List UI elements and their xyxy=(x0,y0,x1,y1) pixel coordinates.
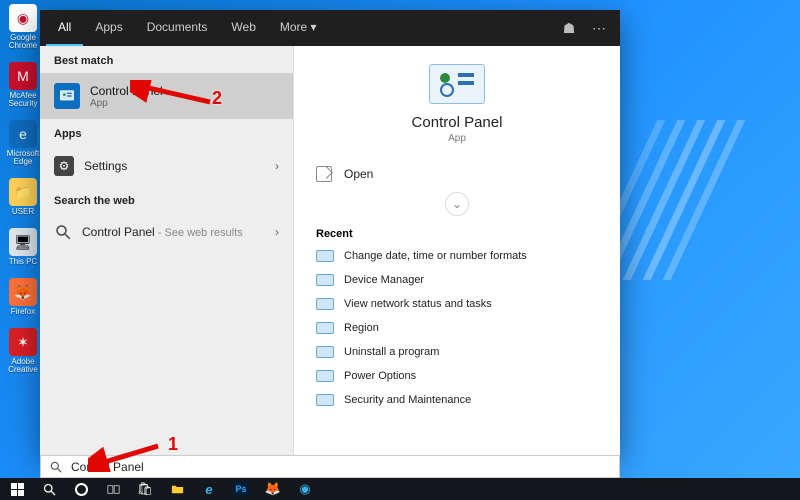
detail-subtitle: App xyxy=(448,133,466,144)
results-detail-pane: Control Panel App Open ⌄ Recent Change d… xyxy=(294,46,620,455)
web-result-label: Control Panel - See web results xyxy=(82,225,243,239)
chevron-right-icon: › xyxy=(275,159,279,173)
recent-item[interactable]: Region xyxy=(308,316,606,340)
app-tile-icon xyxy=(429,64,485,104)
control-panel-item-icon xyxy=(316,394,334,406)
cortana-button[interactable] xyxy=(66,478,96,500)
recent-item[interactable]: Security and Maintenance xyxy=(308,388,606,412)
search-input[interactable] xyxy=(71,460,611,474)
tab-documents[interactable]: Documents xyxy=(135,10,220,46)
desktop-icon-user[interactable]: 📁USER xyxy=(4,178,42,216)
ellipsis-icon[interactable]: ⋯ xyxy=(584,20,614,37)
best-match-result[interactable]: Control Panel App xyxy=(40,73,293,119)
start-button[interactable] xyxy=(2,478,32,500)
expand-chevron-down[interactable]: ⌄ xyxy=(445,192,469,216)
control-panel-item-icon xyxy=(316,346,334,358)
desktop-icon-thispc[interactable]: 🖥This PC xyxy=(4,228,42,266)
start-search-popup: All Apps Documents Web More ▾ ☗ ⋯ Best m… xyxy=(40,10,620,455)
taskbar-app-ie[interactable]: e xyxy=(194,478,224,500)
taskbar: 🛍 e Ps 🦊 ◉ xyxy=(0,478,800,500)
wallpaper-rays xyxy=(600,120,800,340)
desktop-icon-adobe[interactable]: ✶Adobe Creative xyxy=(4,328,42,374)
tab-web[interactable]: Web xyxy=(219,10,267,46)
control-panel-item-icon xyxy=(316,250,334,262)
open-label: Open xyxy=(344,167,373,181)
taskbar-app-edge[interactable]: ◉ xyxy=(290,478,320,500)
best-match-label: Best match xyxy=(40,46,293,73)
control-panel-item-icon xyxy=(316,370,334,382)
desktop-icon-firefox[interactable]: 🦊Firefox xyxy=(4,278,42,316)
results-left-pane: Best match Control Panel App Apps ⚙ Sett… xyxy=(40,46,294,455)
best-match-subtitle: App xyxy=(90,98,163,109)
feedback-icon[interactable]: ☗ xyxy=(554,20,584,37)
annotation-number-2: 2 xyxy=(212,88,222,109)
tab-apps[interactable]: Apps xyxy=(83,10,134,46)
search-web-label: Search the web xyxy=(40,186,293,213)
recent-list: Change date, time or number formats Devi… xyxy=(308,244,606,412)
recent-item[interactable]: Power Options xyxy=(308,364,606,388)
taskbar-search-icon[interactable] xyxy=(34,478,64,500)
control-panel-icon xyxy=(54,83,80,109)
desktop-icon-mcafee[interactable]: MMcAfee Security xyxy=(4,62,42,108)
apps-result-label: Settings xyxy=(84,159,127,173)
taskbar-app-firefox[interactable]: 🦊 xyxy=(258,478,288,500)
open-icon xyxy=(316,166,332,182)
apps-label: Apps xyxy=(40,119,293,146)
detail-title: Control Panel xyxy=(412,114,503,131)
desktop-icons: ◉Google Chrome MMcAfee Security eMicroso… xyxy=(4,4,44,374)
tab-all[interactable]: All xyxy=(46,10,83,46)
recent-item[interactable]: View network status and tasks xyxy=(308,292,606,316)
taskbar-app-file-explorer[interactable] xyxy=(162,478,192,500)
recent-item[interactable]: Change date, time or number formats xyxy=(308,244,606,268)
taskbar-app-photoshop[interactable]: Ps xyxy=(226,478,256,500)
control-panel-item-icon xyxy=(316,274,334,286)
recent-item[interactable]: Uninstall a program xyxy=(308,340,606,364)
desktop-icon-edge[interactable]: eMicrosoft Edge xyxy=(4,120,42,166)
gear-icon: ⚙ xyxy=(54,156,74,176)
recent-item[interactable]: Device Manager xyxy=(308,268,606,292)
search-icon xyxy=(54,223,72,241)
best-match-title: Control Panel xyxy=(90,84,163,98)
apps-result-settings[interactable]: ⚙ Settings › xyxy=(40,146,293,186)
web-result-control-panel[interactable]: Control Panel - See web results › xyxy=(40,213,293,251)
taskbar-search-box[interactable] xyxy=(40,455,620,478)
task-view-button[interactable] xyxy=(98,478,128,500)
tab-more[interactable]: More ▾ xyxy=(268,10,329,46)
control-panel-item-icon xyxy=(316,322,334,334)
desktop-icon-chrome[interactable]: ◉Google Chrome xyxy=(4,4,42,50)
search-icon xyxy=(49,460,63,474)
control-panel-item-icon xyxy=(316,298,334,310)
taskbar-app-store[interactable]: 🛍 xyxy=(130,478,160,500)
recent-heading: Recent xyxy=(316,228,598,240)
chevron-right-icon: › xyxy=(275,225,279,239)
annotation-number-1: 1 xyxy=(168,434,178,455)
open-action[interactable]: Open xyxy=(316,166,598,182)
search-tabs: All Apps Documents Web More ▾ ☗ ⋯ xyxy=(40,10,620,46)
